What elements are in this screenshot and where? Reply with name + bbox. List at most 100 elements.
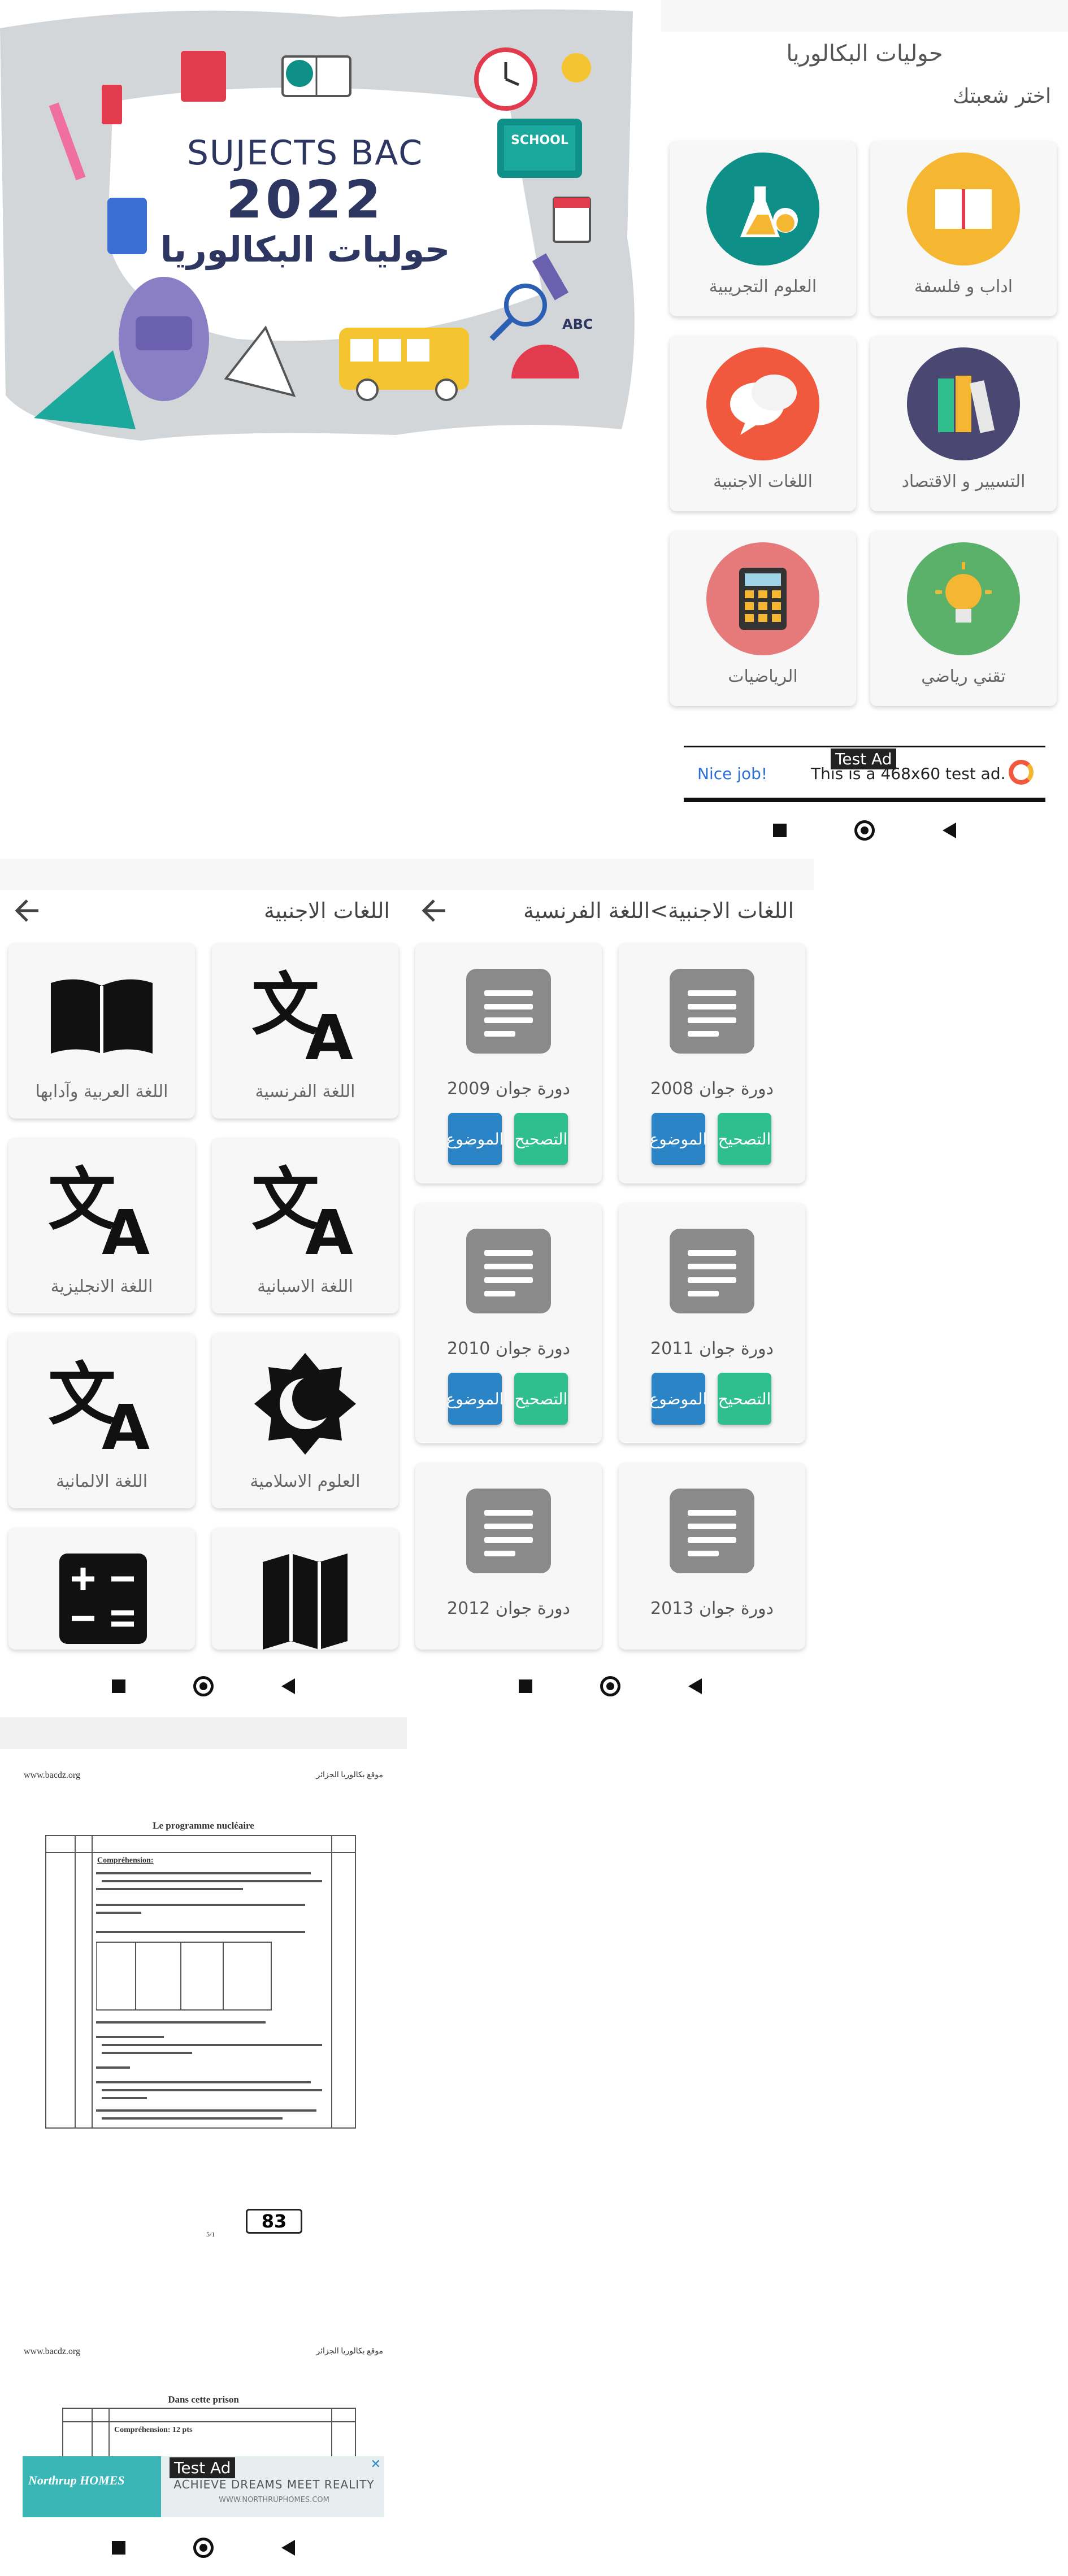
translate-icon: 文A xyxy=(48,1356,150,1452)
android-nav-bar xyxy=(661,802,1068,859)
session-label: دورة جوان 2012 xyxy=(447,1599,570,1618)
flask-icon xyxy=(706,153,819,266)
banner-line2: 2022 xyxy=(225,169,385,230)
recents-button[interactable] xyxy=(773,824,787,837)
back-arrow-icon[interactable] xyxy=(12,898,41,923)
session-label: دورة جوان 2011 xyxy=(650,1339,774,1359)
document-icon xyxy=(466,1489,551,1573)
crescent-icon xyxy=(254,1353,356,1455)
session-card-2010[interactable]: دورة جوان 2010 التصحيح الموضوع xyxy=(415,1203,602,1443)
books-icon xyxy=(907,347,1020,460)
subject-button[interactable]: الموضوع xyxy=(650,1113,707,1165)
language-card-arabic[interactable]: اللغة العربية وآدابها xyxy=(8,943,195,1119)
home-button[interactable] xyxy=(193,1676,214,1696)
page-label: 5/1 xyxy=(206,2230,215,2238)
branch-label: التسيير و الاقتصاد xyxy=(901,472,1026,491)
recents-button[interactable] xyxy=(112,1679,125,1693)
language-card-history-geography[interactable] xyxy=(212,1528,398,1650)
home-button[interactable] xyxy=(193,2538,214,2558)
bac-banner: SUJECTS BAC 2022 حوليات البكالوريا SCHOO… xyxy=(0,0,655,446)
document-icon xyxy=(670,1489,754,1573)
back-arrow-icon[interactable] xyxy=(419,898,448,923)
language-card-french[interactable]: 文A اللغة الفرنسية xyxy=(212,943,398,1119)
language-card-english[interactable]: 文A اللغة الانجليزية xyxy=(8,1138,195,1313)
back-button[interactable] xyxy=(688,1678,702,1694)
branch-card-foreign-languages[interactable]: اللغات الاجنبية xyxy=(670,336,856,511)
languages-screen: اللغات الاجنبية 文A اللغة الفرنسية اللغة … xyxy=(0,859,407,1706)
recents-button[interactable] xyxy=(112,2541,125,2555)
language-label: اللغة الالمانية xyxy=(55,1472,148,1491)
branch-card-letters-philosophy[interactable]: اداب و فلسفة xyxy=(870,141,1057,316)
ad-cta[interactable]: Nice job! xyxy=(697,764,767,783)
branch-card-management-economics[interactable]: التسيير و الاقتصاد xyxy=(870,336,1057,511)
status-bar xyxy=(0,859,407,890)
language-label: اللغة الفرنسية xyxy=(255,1082,355,1102)
branch-card-technical-math[interactable]: تقني رياضي xyxy=(870,531,1057,706)
correction-button[interactable]: التصحيح xyxy=(718,1113,771,1165)
ad-brand-logo: Northrup HOMES xyxy=(23,2456,161,2517)
map-icon xyxy=(263,1554,348,1650)
document-icon xyxy=(670,969,754,1054)
branch-card-experimental-sciences[interactable]: العلوم التجريبية xyxy=(670,141,856,316)
home-button[interactable] xyxy=(600,1676,620,1696)
banner-line3: حوليات البكالوريا xyxy=(160,229,450,270)
branch-label: اداب و فلسفة xyxy=(914,277,1013,297)
session-label: دورة جوان 2010 xyxy=(447,1339,570,1359)
page-number-box: 83 xyxy=(246,2209,302,2234)
session-card-2013[interactable]: دورة جوان 2013 xyxy=(619,1463,805,1650)
session-card-2012[interactable]: دورة جوان 2012 xyxy=(415,1463,602,1650)
branch-label: الرياضيات xyxy=(728,667,798,686)
book-icon xyxy=(51,979,153,1054)
session-label: دورة جوان 2008 xyxy=(650,1079,774,1099)
status-bar xyxy=(661,0,1068,32)
subject-button[interactable]: الموضوع xyxy=(446,1373,503,1425)
ad-logo-icon xyxy=(1009,760,1034,785)
language-card-islamic-sciences[interactable]: العلوم الاسلامية xyxy=(212,1333,398,1508)
session-card-2008[interactable]: دورة جوان 2008 التصحيح الموضوع xyxy=(619,943,805,1183)
language-label: اللغة العربية وآدابها xyxy=(35,1082,168,1102)
branch-card-mathematics[interactable]: الرياضيات xyxy=(670,531,856,706)
language-label: اللغة الاسبانية xyxy=(257,1277,353,1296)
language-card-mathematics[interactable] xyxy=(8,1528,195,1650)
session-card-2009[interactable]: دورة جوان 2009 التصحيح الموضوع xyxy=(415,943,602,1183)
site-name: موقع بكالوريا الجزائر xyxy=(316,1771,383,1779)
ad-close-icon[interactable]: ✕ xyxy=(371,2457,381,2471)
pdf-page-1[interactable]: www.bacdz.org موقع بكالوريا الجزائر Le p… xyxy=(17,1757,390,2248)
branch-label: اللغات الاجنبية xyxy=(713,472,813,491)
document-icon xyxy=(466,969,551,1054)
language-card-german[interactable]: 文A اللغة الالمانية xyxy=(8,1333,195,1508)
languages-title: اللغات الاجنبية xyxy=(264,898,390,923)
android-nav-bar xyxy=(0,1658,407,1706)
language-card-spanish[interactable]: 文A اللغة الاسبانية xyxy=(212,1138,398,1313)
back-button[interactable] xyxy=(281,2540,295,2556)
page-heading: Le programme nucléaire xyxy=(153,1820,254,1831)
back-button[interactable] xyxy=(943,823,956,838)
question-heading: Compréhension: xyxy=(97,1856,154,1865)
back-button[interactable] xyxy=(281,1678,295,1694)
home-title: حوليات البكالوريا xyxy=(786,41,943,67)
answer-table: Compréhension: xyxy=(45,1835,356,2129)
subject-button[interactable]: الموضوع xyxy=(446,1113,503,1165)
correction-button[interactable]: التصحيح xyxy=(718,1373,771,1425)
site-url: www.bacdz.org xyxy=(24,2347,80,2356)
translate-icon: 文A xyxy=(48,1161,150,1257)
ad-text: ACHIEVE DREAMS MEET REALITY xyxy=(173,2478,375,2491)
calculator-icon xyxy=(59,1554,147,1644)
svg-text:A: A xyxy=(102,1196,150,1257)
correction-button[interactable]: التصحيح xyxy=(514,1113,568,1165)
site-name: موقع بكالوريا الجزائر xyxy=(316,2347,383,2356)
school-sign-text: SCHOOL xyxy=(511,133,568,147)
recents-button[interactable] xyxy=(519,1679,532,1693)
session-card-2011[interactable]: دورة جوان 2011 التصحيح الموضوع xyxy=(619,1203,805,1443)
status-bar xyxy=(407,859,814,890)
android-nav-bar xyxy=(0,2520,407,2576)
page-heading: Dans cette prison xyxy=(168,2394,239,2405)
correction-button[interactable]: التصحيح xyxy=(514,1373,568,1425)
french-sessions-screen: اللغات الاجنبية>اللغة الفرنسية دورة جوان… xyxy=(407,859,814,1706)
translate-icon: 文A xyxy=(251,1161,353,1257)
subject-button[interactable]: الموضوع xyxy=(650,1373,707,1425)
session-label: دورة جوان 2013 xyxy=(650,1599,774,1618)
svg-text:A: A xyxy=(102,1391,150,1452)
home-button[interactable] xyxy=(854,820,875,841)
svg-text:A: A xyxy=(305,1196,353,1257)
